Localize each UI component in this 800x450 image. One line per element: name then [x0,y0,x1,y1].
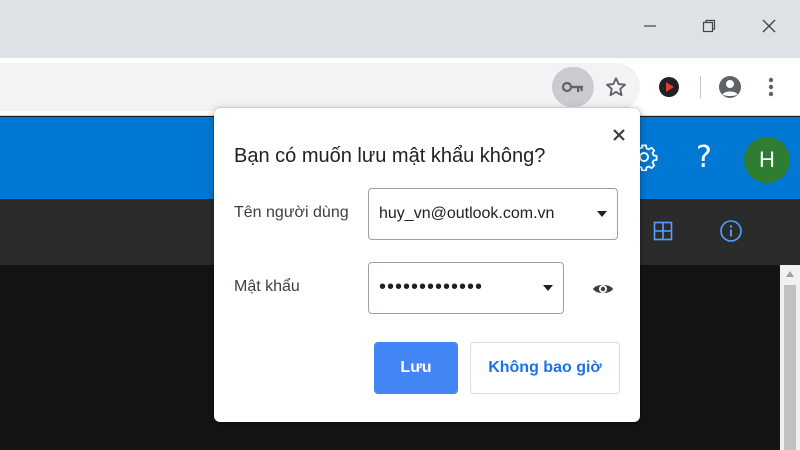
title-bar [0,0,800,58]
vertical-scrollbar[interactable] [780,265,800,450]
password-select[interactable]: ••••••••••••• [368,262,564,314]
avatar[interactable]: H [744,137,790,183]
minimize-button[interactable] [627,8,673,44]
grid-view-button[interactable] [650,218,676,244]
profile-button[interactable] [712,69,748,105]
info-button[interactable] [718,218,744,244]
info-icon [720,220,742,242]
password-value: ••••••••••••• [379,276,484,298]
chevron-down-icon [597,211,607,217]
eye-icon [593,284,613,294]
username-value: huy_vn@outlook.com.vn [379,205,555,222]
username-label: Tên người dùng [234,204,349,221]
close-icon [613,129,625,141]
kebab-menu-icon [768,77,774,97]
chevron-up-icon [786,271,794,277]
never-button[interactable]: Không bao giờ [470,342,620,394]
scroll-thumb[interactable] [784,285,796,450]
scroll-up-button[interactable] [780,267,800,281]
bookmark-button[interactable] [598,67,634,107]
star-icon [606,77,626,97]
toolbar-separator [700,76,701,98]
password-key-button[interactable] [552,67,594,107]
username-select[interactable]: huy_vn@outlook.com.vn [368,188,618,240]
chevron-down-icon [543,285,553,291]
key-icon [562,81,583,93]
close-icon [762,19,776,33]
save-password-dialog: Bạn có muốn lưu mật khẩu không? Tên ngườ… [214,108,640,422]
close-window-button[interactable] [746,8,792,44]
address-bar[interactable] [0,63,640,111]
restore-button[interactable] [686,8,732,44]
browser-menu-button[interactable] [756,69,786,105]
dialog-close-button[interactable] [608,124,630,146]
restore-icon [702,19,716,33]
save-button[interactable]: Lưu [374,342,458,394]
show-password-button[interactable] [590,276,616,302]
extension-icon [659,77,679,97]
minimize-icon [644,25,656,27]
grid-icon [653,221,673,241]
password-label: Mật khẩu [234,278,300,295]
dialog-title: Bạn có muốn lưu mật khẩu không? [234,145,546,167]
help-button[interactable]: ? [688,138,720,178]
profile-icon [719,76,741,98]
extension-button[interactable] [651,69,687,105]
